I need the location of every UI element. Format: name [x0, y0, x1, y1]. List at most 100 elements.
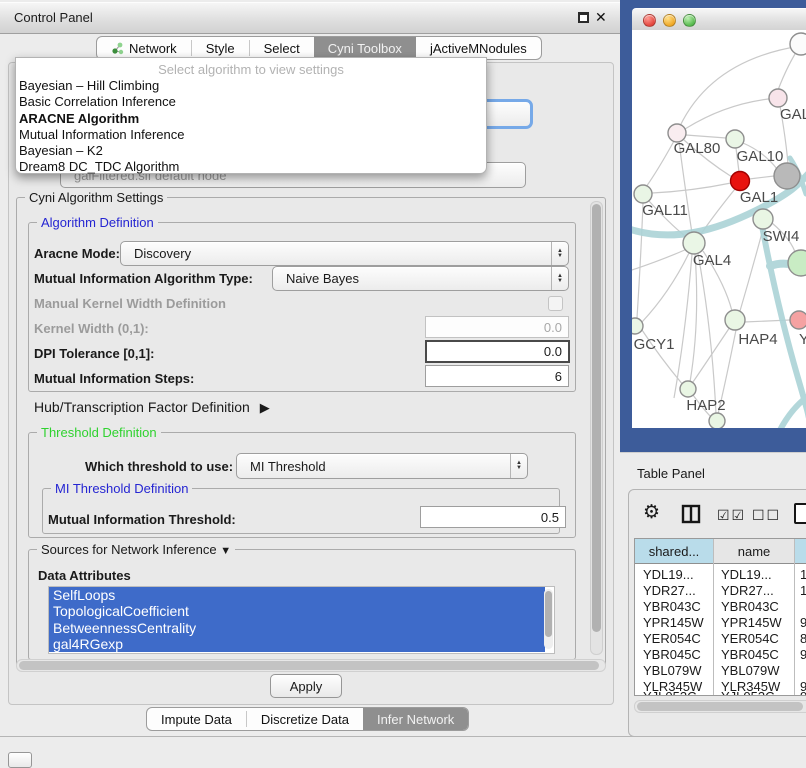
hub-definition-expander[interactable]: Hub/Transcription Factor Definition ▶: [34, 399, 270, 416]
mi-steps-field[interactable]: 6: [425, 365, 569, 387]
cyni-settings-title: Cyni Algorithm Settings: [25, 190, 167, 205]
close-icon[interactable]: ✕: [595, 9, 607, 26]
table-row[interactable]: YBL079W: [643, 663, 709, 678]
node-label: GAL11: [642, 202, 688, 219]
algorithm-definition-title: Algorithm Definition: [37, 215, 158, 230]
mi-type-combo[interactable]: Naive Bayes ▲▼: [272, 266, 569, 291]
node-label: SWI4: [763, 228, 800, 245]
tab-style[interactable]: Style: [192, 37, 249, 59]
list-item[interactable]: BetweennessCentrality: [49, 620, 545, 636]
column-header-cut[interactable]: [795, 539, 806, 563]
apply-button[interactable]: Apply: [270, 674, 342, 698]
tab-cyni-toolbox[interactable]: Cyni Toolbox: [314, 37, 416, 59]
kernel-width-field[interactable]: 0.0: [425, 316, 569, 338]
tab-network-label: Network: [129, 41, 177, 56]
threshold-definition-title: Threshold Definition: [37, 425, 161, 440]
table-row[interactable]: YER054C: [643, 631, 709, 646]
table-horizontal-scrollbar[interactable]: [634, 700, 806, 713]
settings-horizontal-scrollbar[interactable]: [16, 659, 606, 672]
table-file-icon[interactable]: [794, 503, 806, 524]
minimized-panel-button[interactable]: [8, 752, 32, 768]
list-item[interactable]: gal4RGexp: [49, 636, 545, 652]
table-row[interactable]: YDR27...: [643, 583, 709, 598]
dropdown-item[interactable]: Mutual Information Inference: [16, 127, 486, 143]
mi-type-label: Mutual Information Algorithm Type:: [34, 271, 253, 286]
column-header-name[interactable]: name: [714, 539, 795, 563]
network-window: GAL GAL80 GAL10 GAL1 GAL11 SWI4 GAL4 GCY…: [632, 8, 806, 428]
control-panel: Control Panel ✕ Network Style Select Cyn…: [0, 0, 620, 737]
data-attributes-list[interactable]: SelfLoops TopologicalCoefficient Between…: [48, 586, 555, 654]
manual-kernel-label: Manual Kernel Width Definition: [34, 296, 226, 311]
float-window-icon[interactable]: [578, 12, 589, 23]
table-panel-header: Table Panel: [620, 452, 806, 489]
network-node-swi4: [753, 209, 773, 229]
table-row[interactable]: YJL053C: [643, 689, 709, 696]
network-node-gal10: [726, 130, 744, 148]
network-node: [788, 250, 806, 276]
dropdown-item[interactable]: Dream8 DC_TDC Algorithm: [16, 159, 486, 175]
tab-select[interactable]: Select: [250, 37, 314, 59]
network-node-hap2: [680, 381, 696, 397]
network-canvas[interactable]: GAL GAL80 GAL10 GAL1 GAL11 SWI4 GAL4 GCY…: [632, 30, 806, 428]
table-panel-title: Table Panel: [637, 466, 705, 481]
network-node: [769, 89, 787, 107]
network-window-titlebar[interactable]: [632, 8, 806, 32]
dropdown-item-selected[interactable]: ARACNE Algorithm: [16, 111, 486, 127]
table-row[interactable]: YDL19...: [643, 567, 709, 582]
tab-infer-network[interactable]: Infer Network: [363, 708, 468, 730]
combo-stepper-icon: ▲▼: [551, 267, 568, 290]
deselect-all-unchecked-icon[interactable]: ☐☐: [752, 507, 781, 524]
network-node: [790, 33, 806, 55]
list-item[interactable]: TopologicalCoefficient: [49, 603, 545, 619]
expand-right-icon: ▶: [260, 400, 270, 415]
sources-title[interactable]: Sources for Network Inference ▼: [37, 542, 235, 557]
network-node-hap4: [725, 310, 745, 330]
list-item[interactable]: SelfLoops: [49, 587, 545, 603]
mi-threshold-field[interactable]: 0.5: [420, 506, 566, 528]
dropdown-item[interactable]: Bayesian – Hill Climbing: [16, 78, 486, 94]
node-label: GAL1: [740, 189, 778, 206]
zoom-traffic-light-icon[interactable]: [683, 14, 696, 27]
control-panel-titlebar: Control Panel ✕: [0, 2, 620, 34]
network-graph: GAL GAL80 GAL10 GAL1 GAL11 SWI4 GAL4 GCY…: [632, 30, 806, 428]
manual-kernel-checkbox[interactable]: [548, 296, 563, 311]
column-layout-icon[interactable]: [681, 504, 701, 524]
bottom-divider: [0, 736, 790, 737]
dropdown-item[interactable]: Bayesian – K2: [16, 143, 486, 159]
select-all-checked-icon[interactable]: ☑☑: [717, 507, 746, 524]
table-header-row: shared... name: [635, 539, 806, 564]
table-settings-gear-icon[interactable]: ⚙: [643, 501, 660, 524]
settings-vertical-scrollbar[interactable]: [590, 201, 603, 655]
table-row[interactable]: YBR045C: [643, 647, 709, 662]
dropdown-item[interactable]: Basic Correlation Inference: [16, 94, 486, 110]
tab-impute-data[interactable]: Impute Data: [147, 708, 246, 730]
combo-stepper-icon: ▲▼: [551, 242, 568, 265]
node-table: shared... name YDL19... YDL19... 13 YDR2…: [634, 538, 806, 696]
kernel-width-label: Kernel Width (0,1):: [34, 321, 149, 336]
which-threshold-label: Which threshold to use:: [85, 459, 233, 474]
node-label: GCY1: [634, 336, 675, 353]
tab-network[interactable]: Network: [97, 37, 191, 59]
tab-discretize-data[interactable]: Discretize Data: [247, 708, 363, 730]
list-vertical-scrollbar[interactable]: [544, 589, 553, 649]
minimize-traffic-light-icon[interactable]: [663, 14, 676, 27]
table-row[interactable]: YPR145W: [643, 615, 709, 630]
mi-threshold-title: MI Threshold Definition: [51, 481, 192, 496]
network-node-gcy1: [632, 318, 643, 334]
mi-steps-label: Mutual Information Steps:: [34, 371, 194, 386]
which-threshold-combo[interactable]: MI Threshold ▲▼: [236, 453, 528, 479]
table-row[interactable]: YBR043C: [643, 599, 709, 614]
close-traffic-light-icon[interactable]: [643, 14, 656, 27]
dpi-tolerance-label: DPI Tolerance [0,1]:: [34, 346, 154, 361]
column-header-shared[interactable]: shared...: [635, 539, 714, 563]
bottom-tabbar: Impute Data Discretize Data Infer Networ…: [146, 707, 469, 731]
network-node-gray: [774, 163, 800, 189]
aracne-mode-value: Discovery: [121, 246, 551, 261]
aracne-mode-combo[interactable]: Discovery ▲▼: [120, 241, 569, 266]
network-node: [709, 413, 725, 428]
network-node-salmon: [790, 311, 806, 329]
tab-jactivemnodules[interactable]: jActiveMNodules: [416, 37, 541, 59]
network-node-gal1-red: [731, 172, 750, 191]
algorithm-dropdown-list: Select algorithm to view settings Bayesi…: [15, 57, 487, 174]
dpi-tolerance-field[interactable]: 0.0: [425, 340, 570, 363]
